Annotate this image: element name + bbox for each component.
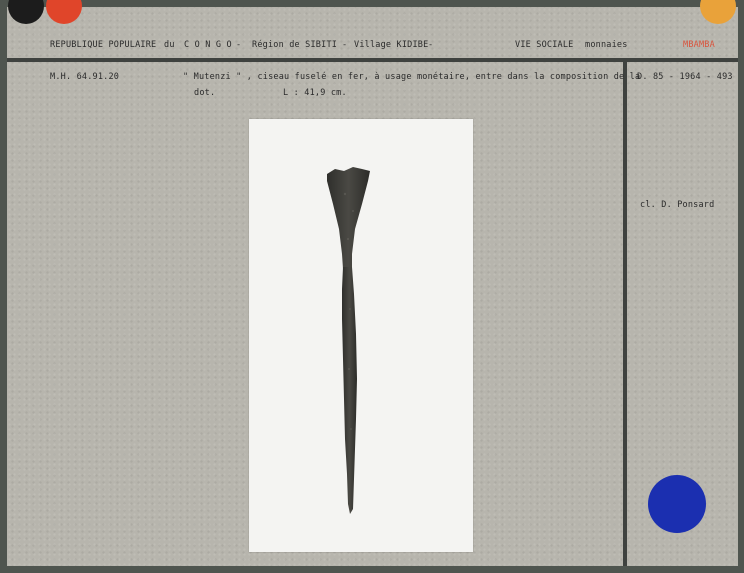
inventory-number: M.H. 64.91.20 <box>50 72 120 82</box>
header-village: Village KIDIBE <box>354 40 429 50</box>
photographer-credit: cl. D. Ponsard <box>640 200 715 210</box>
header-du: du <box>164 40 175 50</box>
header-country: C O N G O <box>184 40 232 50</box>
header-category: VIE SOCIALE <box>515 40 574 50</box>
object-photograph <box>249 119 473 552</box>
header-region: Région de SIBITI <box>252 40 338 50</box>
description-line-1: " Mutenzi " , ciseau fuselé en fer, à us… <box>183 72 641 82</box>
chisel-head <box>327 167 370 269</box>
header-republic: REPUBLIQUE POPULAIRE <box>50 40 157 50</box>
header-separator: - <box>428 40 434 50</box>
header-divider <box>7 58 738 62</box>
header-separator: - <box>236 40 242 50</box>
photo-number: D. 85 - 1964 - 493 <box>637 72 733 82</box>
chisel-shaft <box>342 267 357 514</box>
header-separator: - <box>342 40 348 50</box>
object-length: L : 41,9 cm. <box>283 88 347 98</box>
iron-chisel-currency-image <box>327 167 370 514</box>
column-divider <box>623 62 627 566</box>
blue-marker-dot <box>648 475 706 533</box>
header-subcategory: monnaies <box>585 40 628 50</box>
header-ethnic-group: MBAMBA <box>683 40 715 50</box>
description-line-2: dot. <box>194 88 216 98</box>
